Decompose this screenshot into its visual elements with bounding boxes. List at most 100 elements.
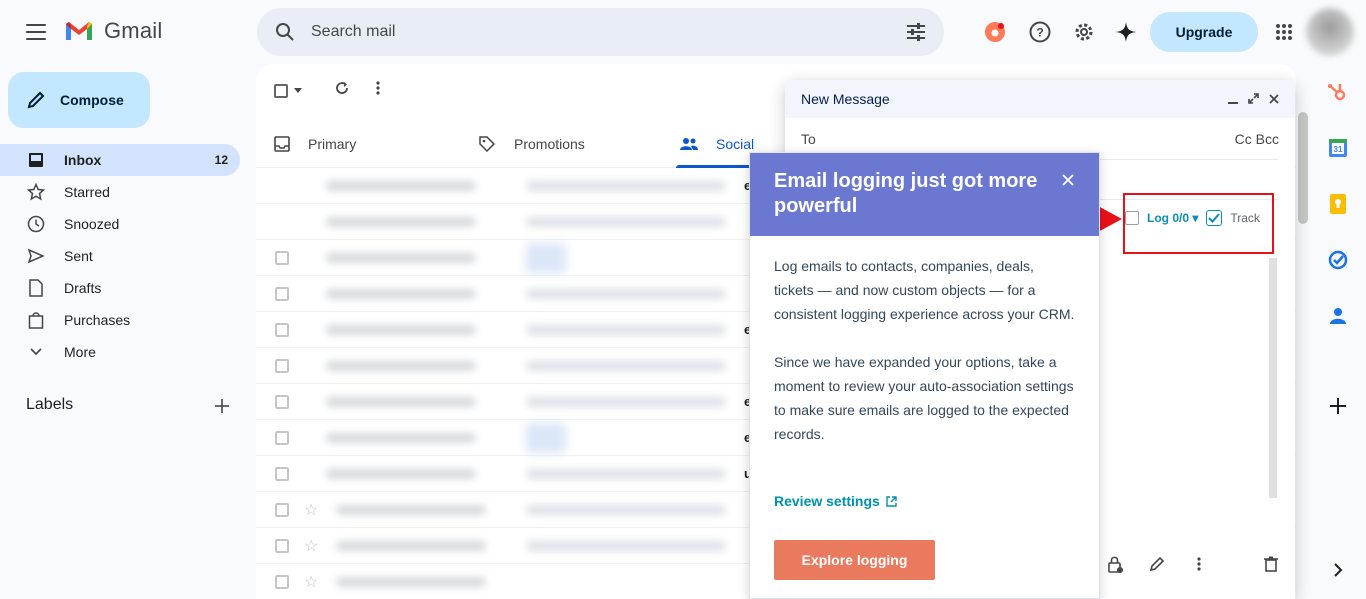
sidebar-item-label: Sent: [64, 248, 93, 264]
blurred-subject: [526, 468, 726, 479]
close-popover-icon[interactable]: [1061, 173, 1075, 187]
draft-icon: [26, 278, 46, 298]
help-icon[interactable]: ?: [1028, 20, 1052, 44]
blurred-sender: [326, 252, 476, 263]
review-settings-link[interactable]: Review settings: [774, 493, 897, 509]
compose-header[interactable]: New Message: [785, 80, 1295, 118]
gmail-app: Gmail Search mail ? Upgrade Compose Inbo…: [0, 0, 1366, 599]
search-bar[interactable]: Search mail: [257, 8, 944, 56]
close-icon[interactable]: [1269, 91, 1279, 107]
discard-trash-icon[interactable]: [1261, 554, 1281, 574]
popover-header: Email logging just got more powerful: [750, 153, 1099, 236]
upgrade-button[interactable]: Upgrade: [1150, 12, 1258, 52]
apps-grid-icon[interactable]: [1272, 20, 1296, 44]
confidential-lock-icon[interactable]: [1105, 554, 1125, 574]
compose-label: Compose: [60, 92, 124, 108]
search-icon[interactable]: [273, 20, 297, 44]
row-checkbox[interactable]: [275, 322, 289, 337]
popover-paragraph: Since we have expanded your options, tak…: [774, 354, 1074, 442]
settings-gear-icon[interactable]: [1072, 20, 1096, 44]
blurred-sender: [326, 216, 476, 227]
cc-bcc-link[interactable]: Cc Bcc: [1235, 131, 1279, 147]
add-addon-icon[interactable]: [1326, 394, 1350, 418]
contacts-icon[interactable]: [1326, 304, 1350, 328]
sidebar-item-sent[interactable]: Sent: [0, 240, 240, 272]
labels-heading: Labels: [26, 396, 74, 413]
calendar-icon[interactable]: 31: [1326, 136, 1350, 160]
row-checkbox[interactable]: [275, 502, 289, 517]
sidebar-item-snoozed[interactable]: Snoozed: [0, 208, 240, 240]
main-scrollbar[interactable]: [1298, 112, 1308, 224]
tasks-icon[interactable]: [1326, 248, 1350, 272]
compose-bottom-toolbar: [1105, 554, 1281, 574]
sidebar-item-label: Drafts: [64, 280, 102, 296]
sidebar-item-starred[interactable]: Starred: [0, 176, 240, 208]
select-all-checkbox[interactable]: [274, 83, 302, 98]
row-checkbox[interactable]: [275, 250, 289, 265]
caret-down-icon[interactable]: [294, 87, 302, 94]
blurred-sender: [336, 576, 486, 587]
row-checkbox[interactable]: [275, 358, 289, 373]
people-icon: [680, 138, 698, 150]
hubspot-extension-icon[interactable]: [983, 20, 1007, 44]
more-vert-icon[interactable]: [376, 81, 380, 100]
row-checkbox[interactable]: [275, 430, 289, 445]
row-checkbox[interactable]: [275, 574, 289, 589]
sidebar-item-inbox[interactable]: Inbox 12: [0, 144, 240, 176]
row-checkbox[interactable]: [275, 286, 289, 301]
tab-promotions[interactable]: Promotions: [460, 120, 585, 168]
sidebar-item-label: Purchases: [64, 312, 131, 328]
search-options-icon[interactable]: [904, 20, 928, 44]
tab-social[interactable]: Social: [662, 120, 767, 168]
blurred-subject: [526, 504, 726, 515]
gemini-sparkle-icon[interactable]: [1114, 20, 1138, 44]
gmail-logo[interactable]: Gmail: [64, 18, 162, 44]
keep-notes-icon[interactable]: [1326, 192, 1350, 216]
main-menu-button[interactable]: [20, 20, 52, 44]
sidebar-item-label: More: [64, 344, 96, 360]
row-checkbox[interactable]: [275, 538, 289, 553]
external-link-icon: [886, 495, 897, 507]
compose-title: New Message: [801, 91, 890, 107]
select-checkbox[interactable]: [274, 83, 288, 98]
feature-announcement-popover: Email logging just got more powerful Log…: [749, 152, 1100, 599]
more-options-icon[interactable]: [1189, 554, 1209, 574]
star-toggle-icon[interactable]: ☆: [304, 572, 318, 592]
search-input[interactable]: Search mail: [311, 23, 904, 41]
star-toggle-icon[interactable]: ☆: [304, 536, 318, 556]
minimize-icon[interactable]: [1228, 91, 1238, 107]
svg-text:?: ?: [1036, 26, 1043, 40]
compose-scrollbar[interactable]: [1269, 258, 1277, 498]
row-checkbox[interactable]: [275, 466, 289, 481]
account-avatar[interactable]: [1306, 8, 1354, 56]
sidebar-item-more[interactable]: More: [0, 336, 240, 368]
link-label: Review settings: [774, 493, 880, 509]
blurred-sender: [326, 468, 476, 479]
signature-pen-icon[interactable]: [1147, 554, 1167, 574]
compose-button[interactable]: Compose: [8, 72, 150, 128]
hubspot-sprocket-icon[interactable]: [1326, 80, 1350, 104]
sidebar-item-drafts[interactable]: Drafts: [0, 272, 240, 304]
blurred-sender: [326, 432, 476, 443]
blurred-subject: [526, 396, 726, 407]
add-label-icon[interactable]: [212, 396, 232, 416]
expand-icon[interactable]: [1248, 91, 1259, 107]
tab-primary[interactable]: Primary: [256, 120, 356, 168]
gmail-m-icon: [66, 22, 92, 40]
popover-title: Email logging just got more powerful: [774, 170, 1038, 217]
tag-icon: [479, 136, 496, 153]
to-label: To: [801, 130, 816, 147]
svg-text:31: 31: [1334, 145, 1343, 154]
explore-logging-button[interactable]: Explore logging: [774, 540, 935, 580]
send-icon: [26, 246, 46, 266]
row-checkbox[interactable]: [275, 394, 289, 409]
blurred-sender: [326, 396, 476, 407]
highlight-box: [1123, 193, 1274, 254]
blurred-subject: [526, 540, 726, 551]
chevron-right-icon[interactable]: [1326, 558, 1350, 582]
refresh-icon[interactable]: [334, 80, 350, 101]
app-name: Gmail: [104, 18, 163, 43]
star-toggle-icon[interactable]: ☆: [304, 500, 318, 520]
sidebar-item-purchases[interactable]: Purchases: [0, 304, 240, 336]
sidebar-item-label: Inbox: [64, 152, 102, 168]
